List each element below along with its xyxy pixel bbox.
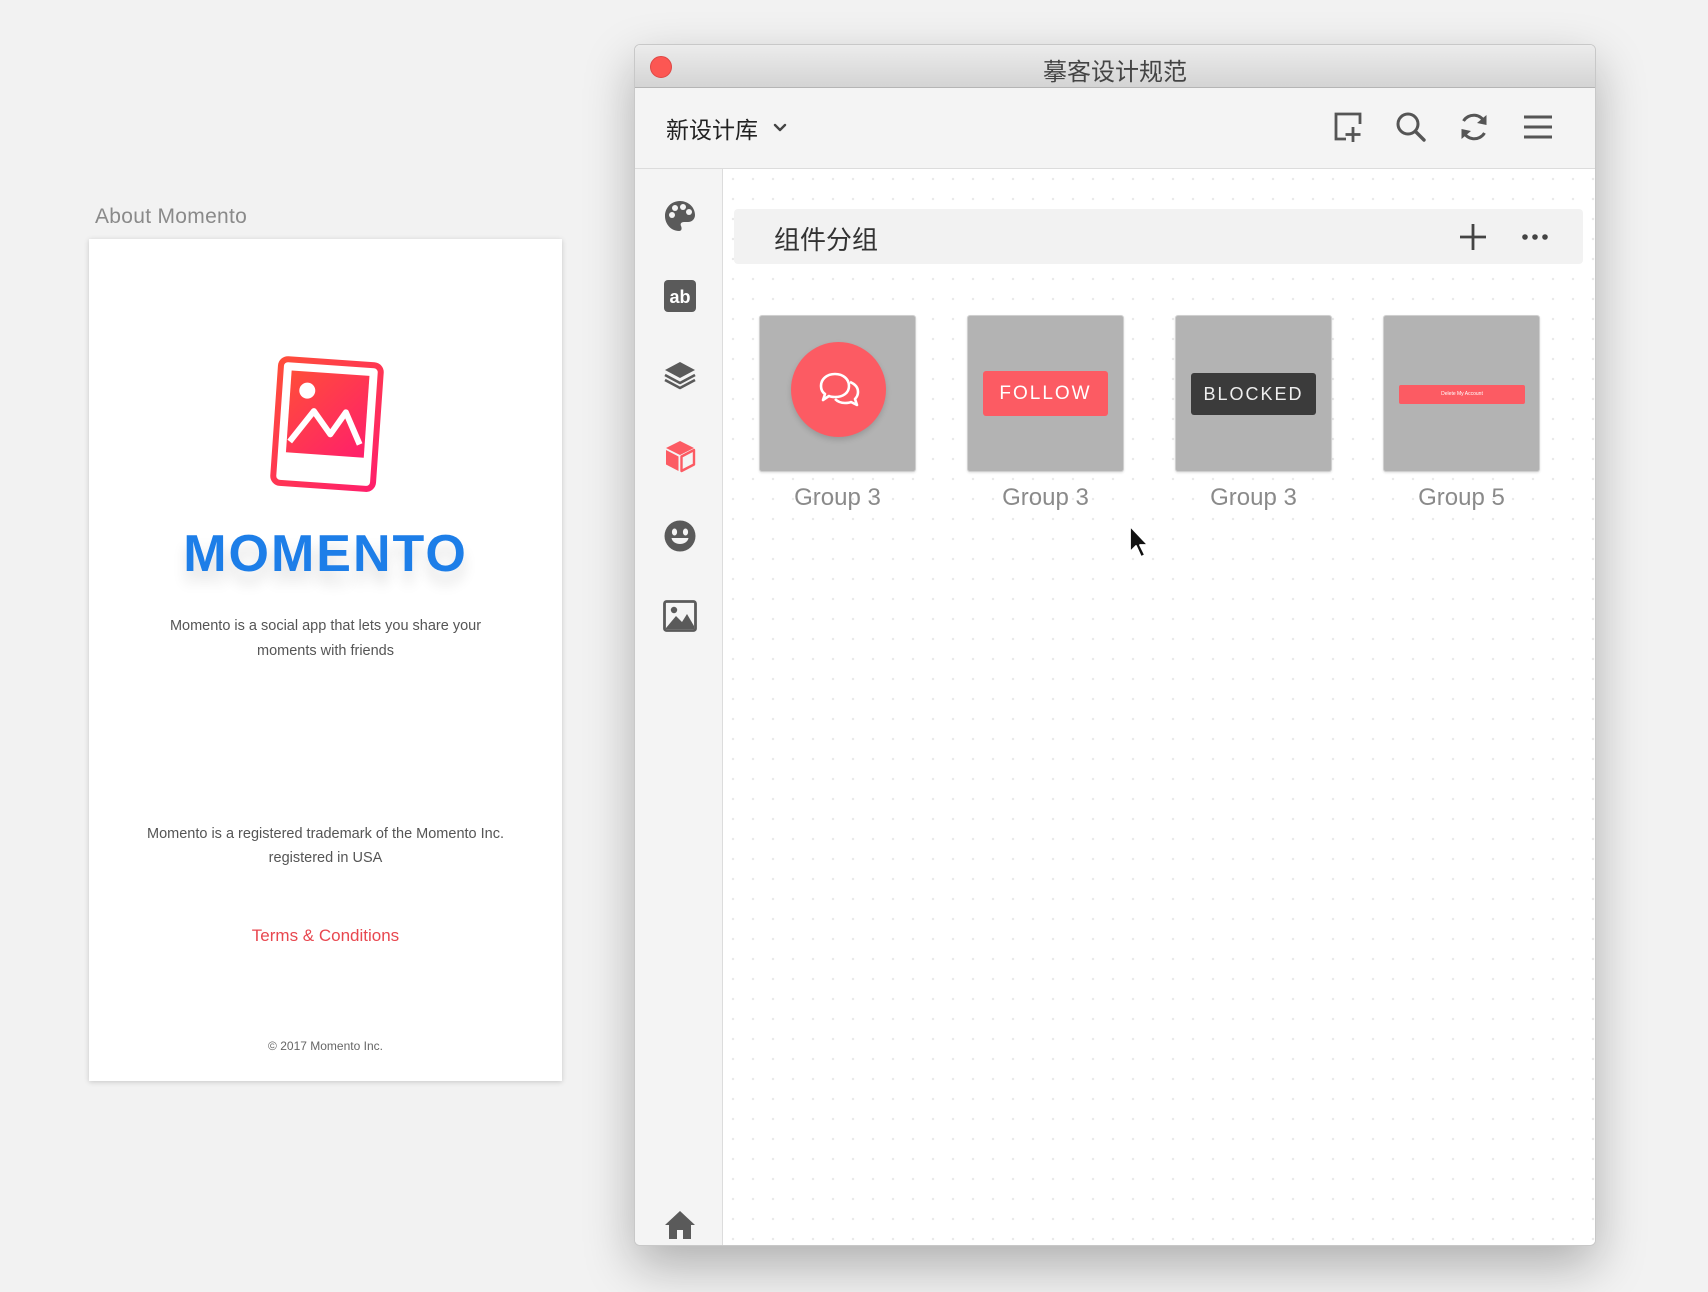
image-icon[interactable] (663, 599, 697, 633)
component-label: Group 3 (1002, 484, 1089, 511)
layers-icon[interactable] (663, 359, 697, 393)
group-title: 组件分组 (774, 225, 879, 255)
add-artboard-icon[interactable] (1331, 110, 1365, 144)
delete-account-button-preview: Delete My Account (1399, 385, 1525, 404)
component-card[interactable]: Group 3 (759, 315, 916, 512)
component-icon[interactable] (663, 439, 697, 473)
component-card[interactable]: BLOCKED Group 3 (1175, 315, 1332, 512)
group-header[interactable]: 组件分组 (734, 209, 1583, 264)
component-thumbnail: Delete My Account (1383, 315, 1540, 472)
library-dropdown[interactable]: 新设计库 (666, 110, 788, 146)
menu-icon[interactable] (1521, 110, 1555, 144)
terms-link[interactable]: Terms & Conditions (89, 926, 562, 946)
momento-logo-icon (270, 356, 384, 492)
text-style-icon[interactable]: ab (663, 279, 697, 313)
component-thumbnail (759, 315, 916, 472)
title-bar[interactable]: 摹客设计规范 (635, 45, 1595, 88)
library-name: 新设计库 (666, 117, 758, 143)
mouse-cursor-icon (1129, 525, 1149, 558)
window-title: 摹客设计规范 (1043, 59, 1187, 86)
component-panel: 组件分组 Group 3 FOLLOW Group 3 BLOCKED Grou… (723, 169, 1595, 1245)
copyright-text: © 2017 Momento Inc. (268, 1039, 383, 1053)
component-label: Group 3 (1210, 484, 1297, 511)
trademark-text: Momento is a registered trademark of the… (146, 826, 505, 866)
search-icon[interactable] (1394, 110, 1428, 144)
palette-icon[interactable] (663, 199, 697, 233)
component-thumbnail: FOLLOW (967, 315, 1124, 472)
follow-button-preview: FOLLOW (983, 371, 1108, 416)
component-card[interactable]: FOLLOW Group 3 (967, 315, 1124, 512)
chat-bubble-button-preview (791, 342, 886, 437)
add-icon[interactable] (1457, 221, 1489, 253)
component-label: Group 3 (794, 484, 881, 511)
artboard-about-momento[interactable]: MOMENTO Momento is a social app that let… (89, 239, 562, 1081)
more-options-icon[interactable] (1519, 221, 1551, 253)
app-description: Momento is a social app that lets you sh… (169, 618, 482, 659)
component-label: Group 5 (1418, 484, 1505, 511)
sync-icon[interactable] (1457, 110, 1491, 144)
app-name: MOMENTO (183, 525, 468, 583)
chevron-down-icon (773, 123, 787, 132)
svg-text:ab: ab (669, 287, 690, 307)
blocked-button-preview: BLOCKED (1191, 373, 1316, 415)
component-card[interactable]: Delete My Account Group 5 (1383, 315, 1540, 512)
chat-bubbles-icon (819, 372, 860, 407)
home-icon[interactable] (663, 1208, 697, 1242)
artboard-label[interactable]: About Momento (95, 205, 247, 229)
plugin-window: 摹客设计规范 新设计库 ab 组件分组 Group 3 FOLLOW Group… (634, 44, 1596, 1246)
toolbar: 新设计库 (635, 88, 1595, 169)
sidebar: ab (635, 169, 723, 1245)
component-thumbnail: BLOCKED (1175, 315, 1332, 472)
emoji-icon[interactable] (663, 519, 697, 553)
